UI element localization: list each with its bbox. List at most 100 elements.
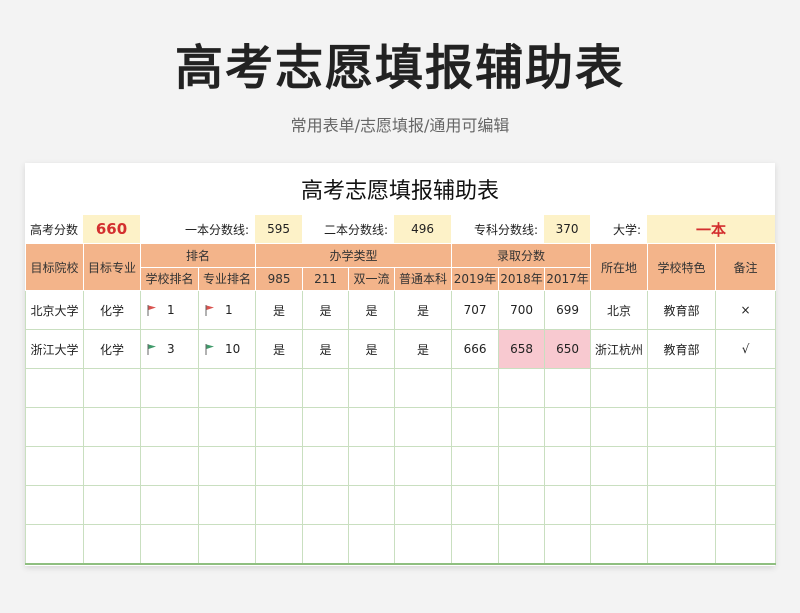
daxue-value[interactable]: 一本 [647,215,776,243]
empty-cell[interactable] [197,446,257,486]
empty-cell[interactable] [451,485,500,525]
empty-cell[interactable] [394,485,453,525]
empty-cell[interactable] [498,524,546,565]
empty-cell[interactable] [590,368,649,408]
empty-cell[interactable] [197,485,257,525]
empty-cell[interactable] [302,446,350,486]
empty-cell[interactable] [25,446,84,486]
empty-cell[interactable] [647,446,717,486]
cell-school[interactable]: 浙江大学 [25,329,84,369]
empty-cell[interactable] [140,485,199,525]
empty-cell[interactable] [590,524,649,565]
empty-cell[interactable] [451,368,500,408]
empty-cell[interactable] [394,524,453,565]
empty-cell[interactable] [25,368,84,408]
cell-985[interactable]: 是 [255,290,304,330]
cell-2019[interactable]: 707 [451,290,500,330]
cell-double-first[interactable]: 是 [348,329,396,369]
empty-cell[interactable] [348,368,396,408]
empty-cell[interactable] [348,446,396,486]
empty-cell[interactable] [348,485,396,525]
empty-cell[interactable] [197,407,257,447]
empty-cell[interactable] [715,485,777,525]
empty-cell[interactable] [715,407,777,447]
empty-cell[interactable] [140,446,199,486]
cell-2018[interactable]: 700 [498,290,546,330]
empty-cell[interactable] [302,524,350,565]
empty-cell[interactable] [451,407,500,447]
cell-double-first[interactable]: 是 [348,290,396,330]
empty-cell[interactable] [197,524,257,565]
empty-cell[interactable] [451,446,500,486]
empty-cell[interactable] [25,524,84,565]
empty-cell[interactable] [348,524,396,565]
empty-cell[interactable] [647,485,717,525]
cell-211[interactable]: 是 [302,290,350,330]
cell-regular[interactable]: 是 [394,329,453,369]
cell-major-rank[interactable]: 10 [197,329,257,369]
empty-cell[interactable] [394,368,453,408]
empty-cell[interactable] [451,524,500,565]
empty-cell[interactable] [255,407,304,447]
empty-cell[interactable] [140,524,199,565]
empty-cell[interactable] [590,446,649,486]
empty-cell[interactable] [544,368,592,408]
cell-major[interactable]: 化学 [83,329,141,369]
empty-cell[interactable] [647,524,717,565]
empty-cell[interactable] [590,407,649,447]
empty-cell[interactable] [715,524,777,565]
empty-cell[interactable] [83,446,141,486]
empty-cell[interactable] [25,485,84,525]
cell-note[interactable]: √ [715,329,777,369]
cell-school[interactable]: 北京大学 [25,290,84,330]
empty-cell[interactable] [715,368,777,408]
empty-cell[interactable] [25,407,84,447]
empty-cell[interactable] [83,524,141,565]
empty-cell[interactable] [544,524,592,565]
empty-cell[interactable] [394,407,453,447]
empty-cell[interactable] [255,524,304,565]
cell-school-rank[interactable]: 1 [140,290,199,330]
empty-cell[interactable] [498,485,546,525]
erben-value[interactable]: 496 [394,215,452,243]
empty-cell[interactable] [498,407,546,447]
empty-cell[interactable] [544,407,592,447]
cell-location[interactable]: 北京 [590,290,649,330]
cell-location[interactable]: 浙江杭州 [590,329,649,369]
empty-cell[interactable] [255,446,304,486]
cell-feature[interactable]: 教育部 [647,329,717,369]
cell-2017[interactable]: 699 [544,290,592,330]
empty-cell[interactable] [140,368,199,408]
empty-cell[interactable] [302,485,350,525]
cell-211[interactable]: 是 [302,329,350,369]
cell-major-rank[interactable]: 1 [197,290,257,330]
empty-cell[interactable] [498,368,546,408]
empty-cell[interactable] [715,446,777,486]
empty-cell[interactable] [302,368,350,408]
empty-cell[interactable] [544,446,592,486]
cell-985[interactable]: 是 [255,329,304,369]
empty-cell[interactable] [83,485,141,525]
empty-cell[interactable] [197,368,257,408]
empty-cell[interactable] [140,407,199,447]
cell-2017[interactable]: 650 [544,329,592,369]
cell-2019[interactable]: 666 [451,329,500,369]
empty-cell[interactable] [348,407,396,447]
empty-cell[interactable] [302,407,350,447]
zhuanke-value[interactable]: 370 [544,215,591,243]
empty-cell[interactable] [83,407,141,447]
empty-cell[interactable] [647,368,717,408]
cell-note[interactable]: × [715,290,777,330]
empty-cell[interactable] [83,368,141,408]
cell-school-rank[interactable]: 3 [140,329,199,369]
empty-cell[interactable] [255,368,304,408]
empty-cell[interactable] [498,446,546,486]
cell-regular[interactable]: 是 [394,290,453,330]
empty-cell[interactable] [394,446,453,486]
empty-cell[interactable] [544,485,592,525]
empty-cell[interactable] [647,407,717,447]
cell-2018[interactable]: 658 [498,329,546,369]
cell-feature[interactable]: 教育部 [647,290,717,330]
score-value[interactable]: 660 [83,215,140,243]
empty-cell[interactable] [255,485,304,525]
